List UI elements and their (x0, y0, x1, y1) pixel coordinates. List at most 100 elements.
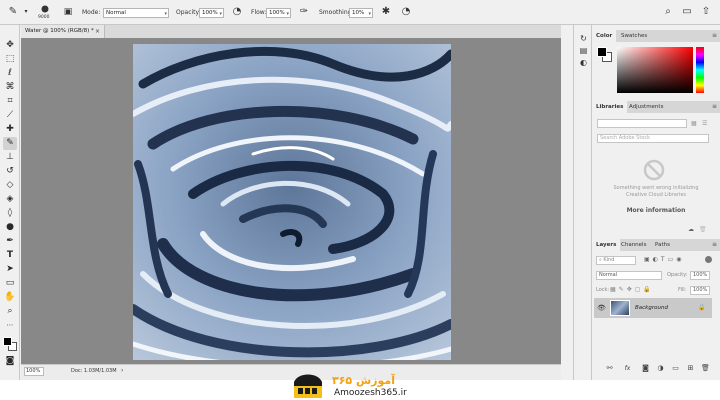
delete-layer-icon[interactable]: 🗑 (701, 364, 710, 373)
options-bar: ✎ ▾ 9000 ▣ Mode: Normal ▾ Opacity: 100% ▾ … (0, 0, 720, 25)
filter-toggle-icon[interactable] (705, 256, 712, 263)
pen-tool-icon[interactable]: ✒ (3, 235, 17, 248)
layers-panel-tabs: Layers Channels Paths ≡ (592, 239, 720, 251)
layer-row-background[interactable]: 👁 Background 🔒 (594, 298, 712, 318)
document-tab[interactable]: Water @ 100% (RGB/8) * × (21, 25, 105, 38)
layer-style-icon[interactable]: fx (623, 364, 632, 373)
mode-select[interactable]: Normal ▾ (103, 8, 169, 18)
zoom-field[interactable]: 100% (24, 367, 44, 376)
tab-libraries[interactable]: Libraries (592, 101, 628, 113)
clone-stamp-tool-icon[interactable]: ⊥ (3, 151, 17, 164)
adjustment-layer-icon[interactable]: ◑ (656, 364, 665, 373)
adjustment-panel-icon[interactable]: ◐ (578, 57, 589, 68)
quick-selection-tool-icon[interactable]: ⌘ (3, 81, 17, 94)
hand-tool-icon[interactable]: ✋ (3, 291, 17, 304)
tab-adjustments[interactable]: Adjustments (625, 101, 667, 113)
tab-channels[interactable]: Channels (617, 239, 650, 251)
status-menu-arrow[interactable]: › (121, 367, 123, 374)
tool-preset-caret-icon[interactable]: ▾ (20, 6, 32, 18)
paint-bucket-tool-icon[interactable]: ◈ (3, 193, 17, 206)
share-icon[interactable]: ⇧ (700, 6, 712, 18)
blend-mode-select[interactable]: Normal (596, 271, 662, 280)
properties-panel-icon[interactable]: ▤ (578, 45, 589, 56)
move-tool-icon[interactable]: ✥ (3, 39, 17, 52)
brand-text: آموزش ۳۶۵ (332, 374, 395, 387)
layer-name[interactable]: Background (635, 305, 668, 311)
history-brush-tool-icon[interactable]: ↺ (3, 165, 17, 178)
brush-tool-icon[interactable]: ✎ (3, 137, 17, 150)
panel-menu-icon[interactable]: ≡ (712, 239, 717, 251)
flow-label: Flow: (251, 9, 267, 16)
more-information-link[interactable]: More information (592, 207, 720, 214)
list-view-icon[interactable]: ☰ (702, 120, 707, 127)
brush-settings-icon[interactable]: ▣ (62, 6, 74, 18)
color-field[interactable] (617, 47, 693, 93)
layer-kind-filter[interactable]: ⌕ Kind (596, 256, 636, 265)
crop-tool-icon[interactable]: ⌗ (3, 95, 17, 108)
close-icon[interactable]: × (95, 25, 100, 38)
brush-size-label: 9000 (38, 15, 50, 20)
dodge-tool-icon[interactable]: ● (3, 221, 17, 234)
blur-tool-icon[interactable]: ◊ (3, 207, 17, 220)
chevron-down-icon: ▾ (286, 11, 289, 17)
search-placeholder: Search Adobe Stock (600, 135, 651, 141)
type-tool-icon[interactable]: T (3, 249, 17, 262)
lasso-tool-icon[interactable]: ℓ (3, 67, 17, 80)
trash-icon[interactable]: 🗑 (699, 226, 707, 233)
color-panel-foreground-swatch[interactable] (597, 47, 607, 57)
layer-filter-icons[interactable]: ▣◐T▭◉ (644, 256, 684, 263)
pressure-opacity-icon[interactable]: ◔ (231, 6, 243, 18)
tab-swatches[interactable]: Swatches (617, 30, 651, 42)
airbrush-icon[interactable]: ✑ (298, 6, 310, 18)
libraries-panel-tabs: Libraries Adjustments ≡ (592, 101, 720, 113)
libraries-error-line1: Something went wrong initializing (613, 185, 699, 191)
workspace-icon[interactable]: ▭ (681, 6, 693, 18)
smoothing-field[interactable]: 10% ▾ (349, 8, 373, 18)
foreground-color-swatch[interactable] (3, 337, 12, 346)
group-folder-icon[interactable]: ▭ (671, 364, 680, 373)
quick-mask-icon[interactable]: ◙ (3, 355, 17, 368)
cloud-sync-icon[interactable]: ☁ (688, 226, 694, 233)
brush-tool-icon[interactable]: ✎ (7, 6, 19, 18)
document-area: Water @ 100% (RGB/8) * × 100% Doc: 1.03M… (21, 25, 561, 380)
visibility-eye-icon[interactable]: 👁 (597, 304, 606, 312)
hue-slider[interactable] (696, 47, 704, 93)
layer-mask-icon[interactable]: ◙ (641, 364, 650, 373)
marquee-tool-icon[interactable]: ⬚ (3, 53, 17, 66)
chevron-down-icon: ▾ (164, 11, 167, 17)
lock-icons[interactable]: ▦✎✥▢🔒 (610, 286, 654, 293)
gear-icon[interactable]: ✱ (380, 6, 392, 18)
water-ripple-image (133, 44, 451, 360)
adobe-stock-search-input[interactable]: Search Adobe Stock (597, 134, 709, 143)
panel-menu-icon[interactable]: ≡ (712, 30, 717, 42)
lock-label: Lock: (596, 287, 610, 293)
path-selection-tool-icon[interactable]: ➤ (3, 263, 17, 276)
healing-brush-tool-icon[interactable]: ✚ (3, 123, 17, 136)
opacity-field[interactable]: 100% ▾ (199, 8, 224, 18)
new-layer-icon[interactable]: ⊞ (686, 364, 695, 373)
layer-opacity-label: Opacity: (667, 272, 688, 278)
pressure-size-icon[interactable]: ◔ (400, 6, 412, 18)
eraser-tool-icon[interactable]: ◇ (3, 179, 17, 192)
flow-field[interactable]: 100% ▾ (266, 8, 291, 18)
fill-label: Fill: (678, 287, 687, 293)
collapsed-panel-strip: ↻ ▤ ◐ (573, 25, 592, 380)
panel-menu-icon[interactable]: ≡ (712, 101, 717, 113)
eyedropper-tool-icon[interactable]: ⟋ (3, 109, 17, 122)
layer-opacity-field[interactable]: 100% (690, 271, 710, 280)
grid-view-icon[interactable]: ▦ (691, 120, 697, 127)
tab-color[interactable]: Color (592, 30, 617, 42)
rectangle-tool-icon[interactable]: ▭ (3, 277, 17, 290)
water-image-canvas[interactable] (133, 44, 451, 360)
zoom-tool-icon[interactable]: ⌕ (3, 305, 17, 318)
history-panel-icon[interactable]: ↻ (578, 33, 589, 44)
tab-paths[interactable]: Paths (651, 239, 674, 251)
more-tools-icon[interactable]: ⋯ (3, 319, 17, 332)
library-select[interactable] (597, 119, 687, 128)
chevron-down-icon: ▾ (368, 11, 371, 17)
link-layers-icon[interactable]: ⚯ (605, 364, 614, 373)
smoothing-value: 10% (352, 10, 365, 16)
brush-preset-picker[interactable] (38, 4, 52, 14)
layer-fill-field[interactable]: 100% (690, 286, 710, 295)
search-icon[interactable]: ⌕ (662, 6, 674, 18)
